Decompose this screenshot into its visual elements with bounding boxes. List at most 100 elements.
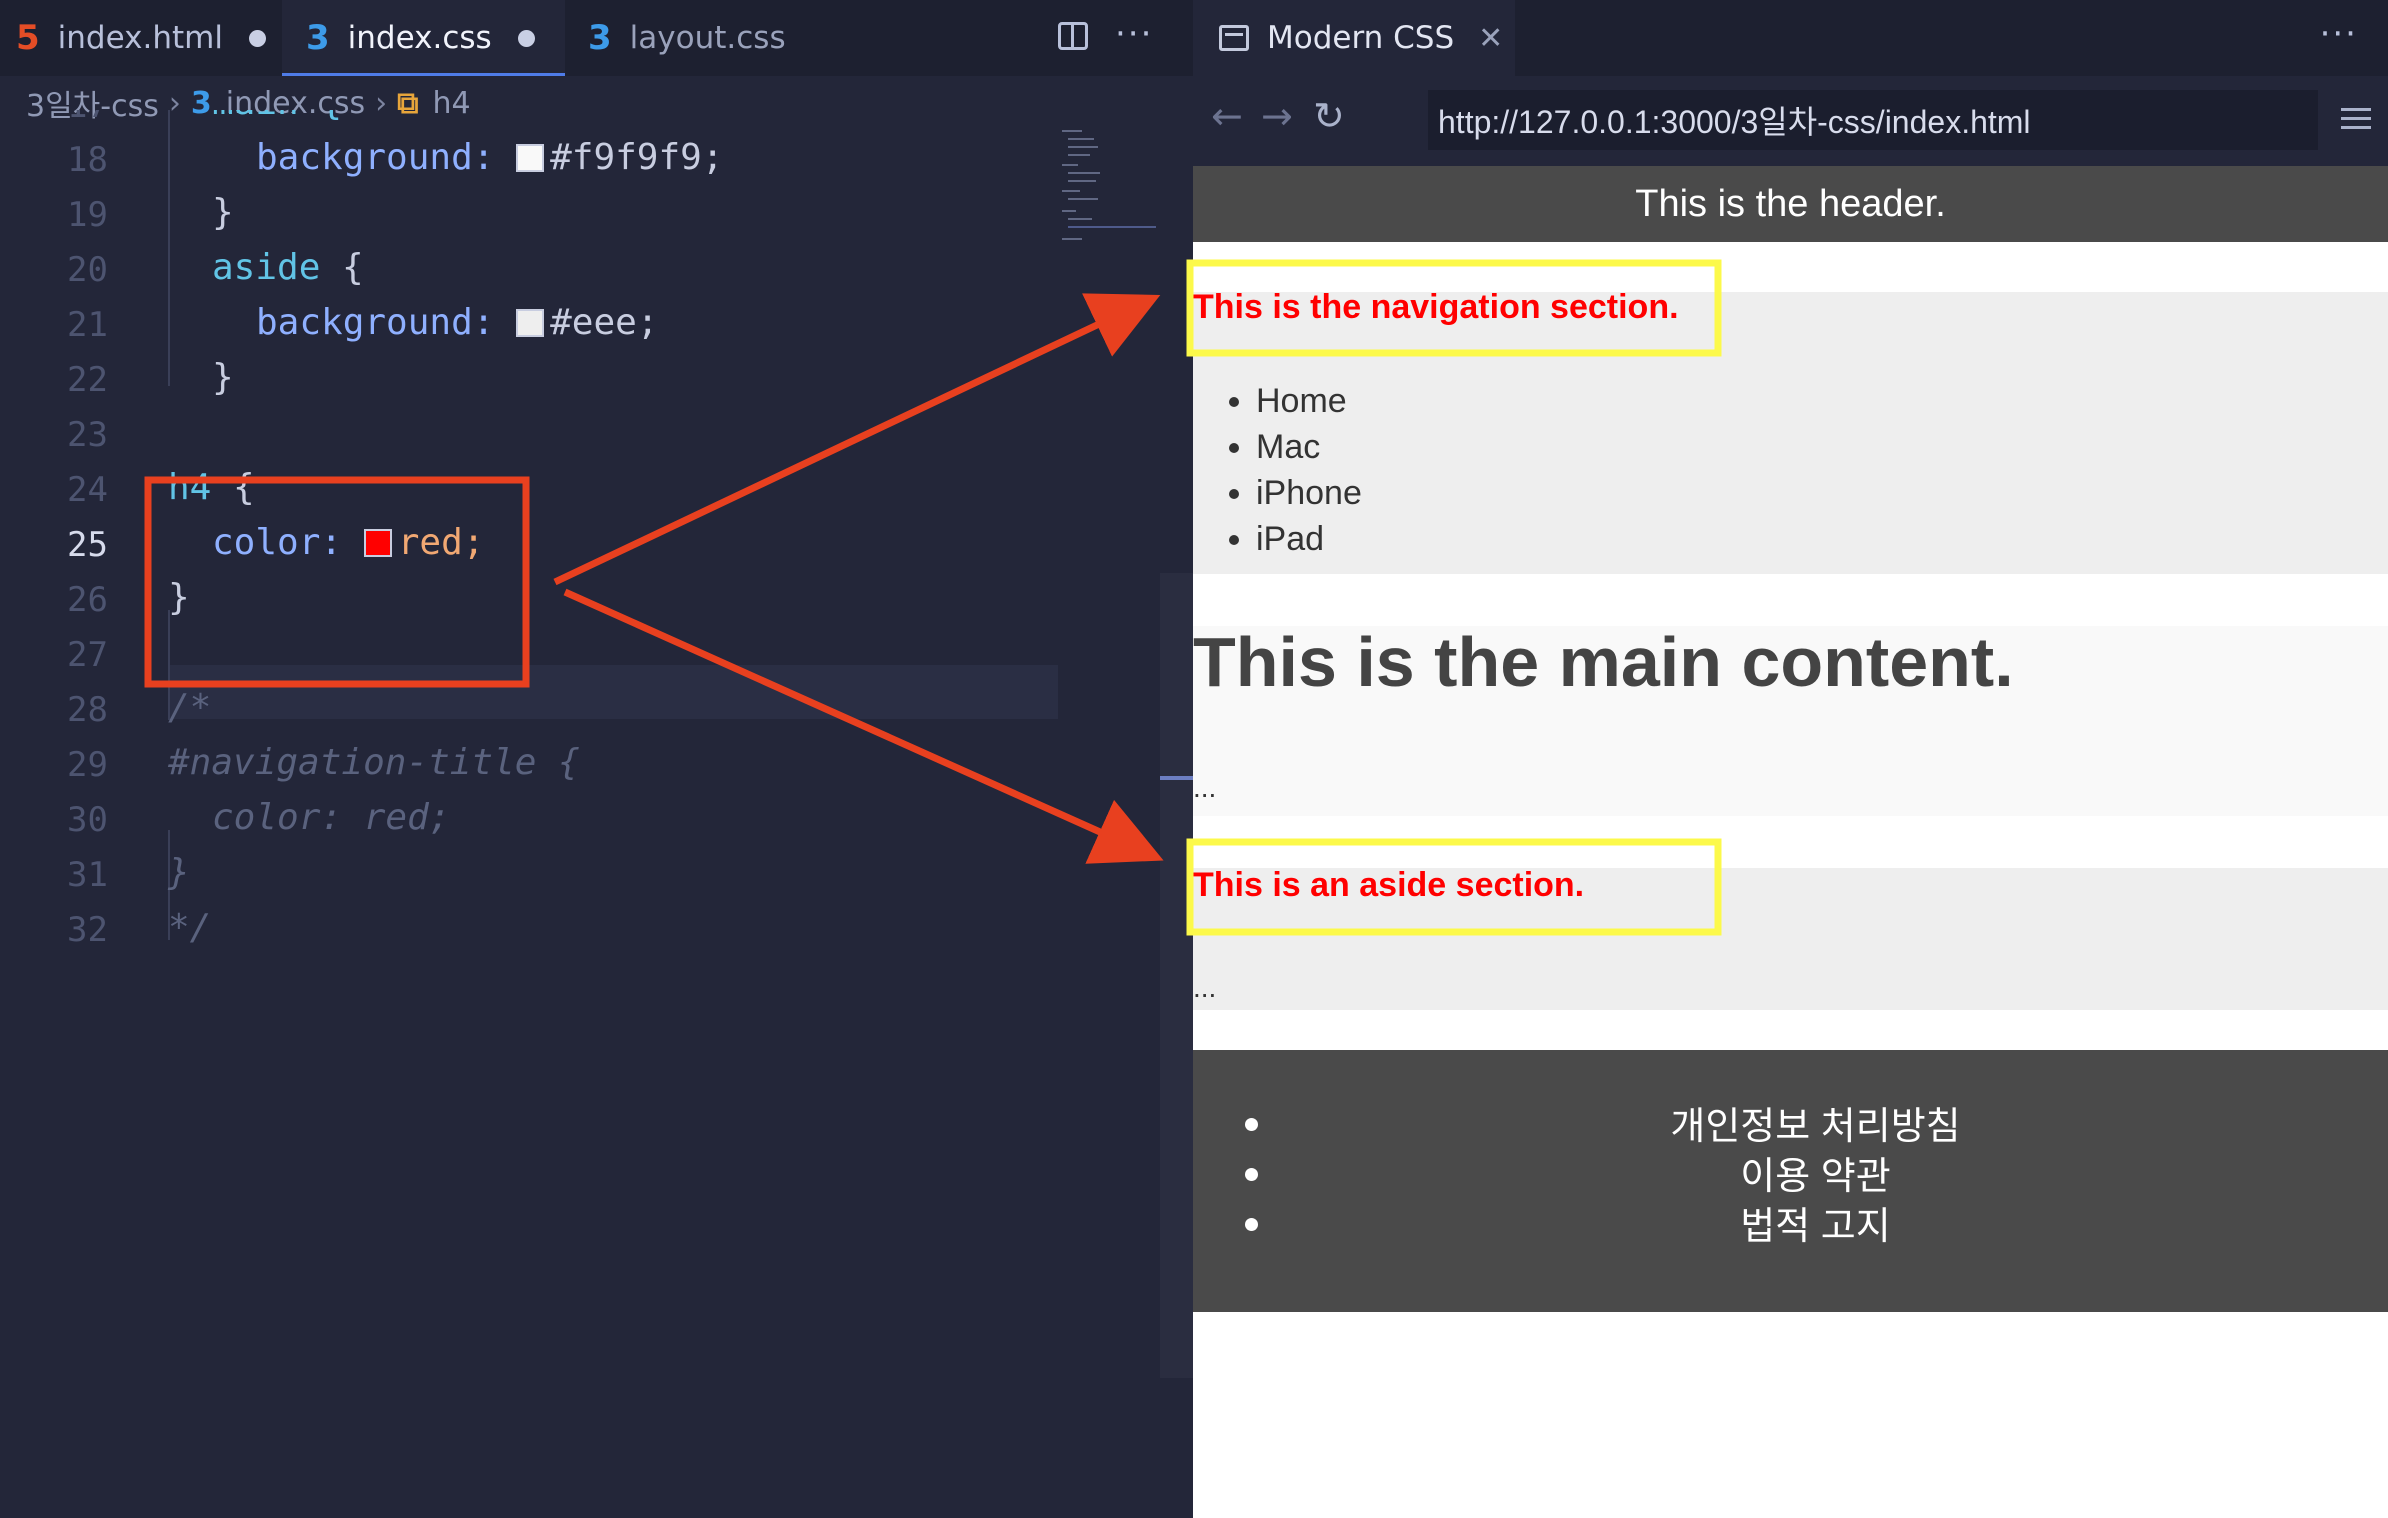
minimap-line [1062,190,1080,192]
minimap-line [1062,130,1082,132]
line-number: 24 [67,470,108,510]
footer-links: 개인정보 처리방침 이용 약관 법적 고지 [1193,1102,2388,1252]
code-line-18: background: #f9f9f9; [256,137,724,178]
tab-label: layout.css [629,20,786,56]
code-line-20: aside { [212,247,364,288]
editor-tab-bar: 5 index.html 3 index.css 3 layout.css ··… [0,0,1193,76]
tab-index-html[interactable]: 5 index.html [16,0,276,76]
browser-toolbar: ← → ↻ http://127.0.0.1:3000/3일차-css/inde… [1193,76,2388,166]
css-value: #eee; [550,302,659,343]
forward-icon[interactable]: → [1261,94,1293,138]
reload-icon[interactable]: ↻ [1313,94,1345,138]
page-header: This is the header. [1193,166,2388,242]
brace: } [168,577,190,618]
minimap-line [1068,146,1098,148]
css-property: background: [256,137,495,178]
html5-icon: 5 [16,18,40,58]
brace: { [211,467,255,508]
brace: { [320,247,364,288]
nav-item-mac[interactable]: Mac [1256,424,1362,470]
color-swatch[interactable] [516,309,545,337]
line-number: 28 [67,690,108,730]
tab-index-css[interactable]: 3 index.css [282,0,565,76]
css-selector: main { [212,110,342,123]
tab-label: index.css [347,20,492,56]
unsaved-dot-icon[interactable] [248,29,266,47]
css3-icon: 3 [588,18,612,58]
footer-link-terms[interactable]: 이용 약관 [1193,1152,2388,1202]
code-area[interactable]: 17 18 19 20 21 22 23 24 25 26 27 28 29 3… [0,110,1160,1518]
css-selector: aside [212,247,321,288]
tab-label: index.html [57,20,223,56]
footer-link-legal[interactable]: 법적 고지 [1193,1202,2388,1252]
minimap-line [1062,210,1076,212]
code-line-32: */ [168,907,212,948]
css3-icon: 3 [306,18,330,58]
brace: } [212,357,234,398]
code-line-24: h4 { [168,467,255,508]
unsaved-dot-icon[interactable] [517,29,535,47]
tab-layout-css[interactable]: 3 layout.css [588,0,838,76]
active-line-highlight [168,665,1058,719]
aside-title: This is an aside section. [1193,866,1585,904]
brace: } [212,192,234,233]
url-bar[interactable]: http://127.0.0.1:3000/3일차-css/index.html [1428,90,2318,150]
line-number: 21 [67,305,108,345]
css-property: color: [212,522,343,563]
line-number: 17 [0,110,108,126]
more-actions-icon[interactable]: ··· [1115,14,1153,54]
code-line-25: color: red; [212,522,484,563]
code-line-30: color: red; [212,797,451,838]
nav-list: Home Mac iPhone iPad [1228,378,1362,562]
line-number: 18 [67,140,108,180]
line-number: 30 [67,800,108,840]
line-number: 32 [67,910,108,950]
menu-icon[interactable] [2341,108,2371,135]
minimap-line [1068,226,1156,228]
minimap[interactable] [1062,130,1162,250]
code-line-31: } [168,852,190,893]
back-icon[interactable]: ← [1211,94,1243,138]
line-number: 29 [67,745,108,785]
css-value: red; [397,522,485,563]
line-number: 22 [67,360,108,400]
minimap-line [1068,218,1092,220]
color-swatch[interactable] [363,529,392,557]
scrollbar-cursor-marker [1160,776,1193,780]
minimap-line [1068,138,1094,140]
css-value: #f9f9f9; [550,137,724,178]
minimap-line [1062,238,1082,240]
minimap-line [1068,198,1098,200]
rendered-page: This is the header. This is the navigati… [1193,166,2388,1518]
browser-tab[interactable]: Modern CSS ✕ [1193,0,1515,76]
line-number: 19 [67,195,108,235]
browser-preview: Modern CSS ✕ ··· ← → ↻ http://127.0.0.1:… [1193,0,2388,1518]
code-line-21: background: #eee; [256,302,658,343]
line-number: 26 [67,580,108,620]
nav-item-iphone[interactable]: iPhone [1256,470,1362,516]
minimap-line [1062,164,1078,166]
line-number: 20 [67,250,108,290]
editor-scrollbar[interactable] [1160,573,1193,1378]
nav-item-ipad[interactable]: iPad [1256,516,1362,562]
nav-item-home[interactable]: Home [1256,378,1362,424]
split-editor-icon[interactable] [1058,22,1088,50]
page-nav-section [1193,292,2388,574]
code-editor: 5 index.html 3 index.css 3 layout.css ··… [0,0,1193,1518]
close-icon[interactable]: ✕ [1478,21,1503,56]
line-number: 27 [67,635,108,675]
line-number: 31 [67,855,108,895]
color-swatch[interactable] [516,144,545,172]
browser-preview-icon [1219,25,1249,51]
css-selector: h4 [168,467,212,508]
page-footer: 개인정보 처리방침 이용 약관 법적 고지 [1193,1050,2388,1312]
minimap-line [1068,180,1096,182]
minimap-line [1068,172,1100,174]
code-line-22: } [212,357,234,398]
footer-link-privacy[interactable]: 개인정보 처리방침 [1193,1102,2388,1152]
code-line-26: } [168,577,190,618]
aside-text: ... [1193,972,1217,1003]
indent-guide [168,110,170,278]
code-line-28: /* [168,687,212,728]
more-actions-icon[interactable]: ··· [2320,14,2358,54]
